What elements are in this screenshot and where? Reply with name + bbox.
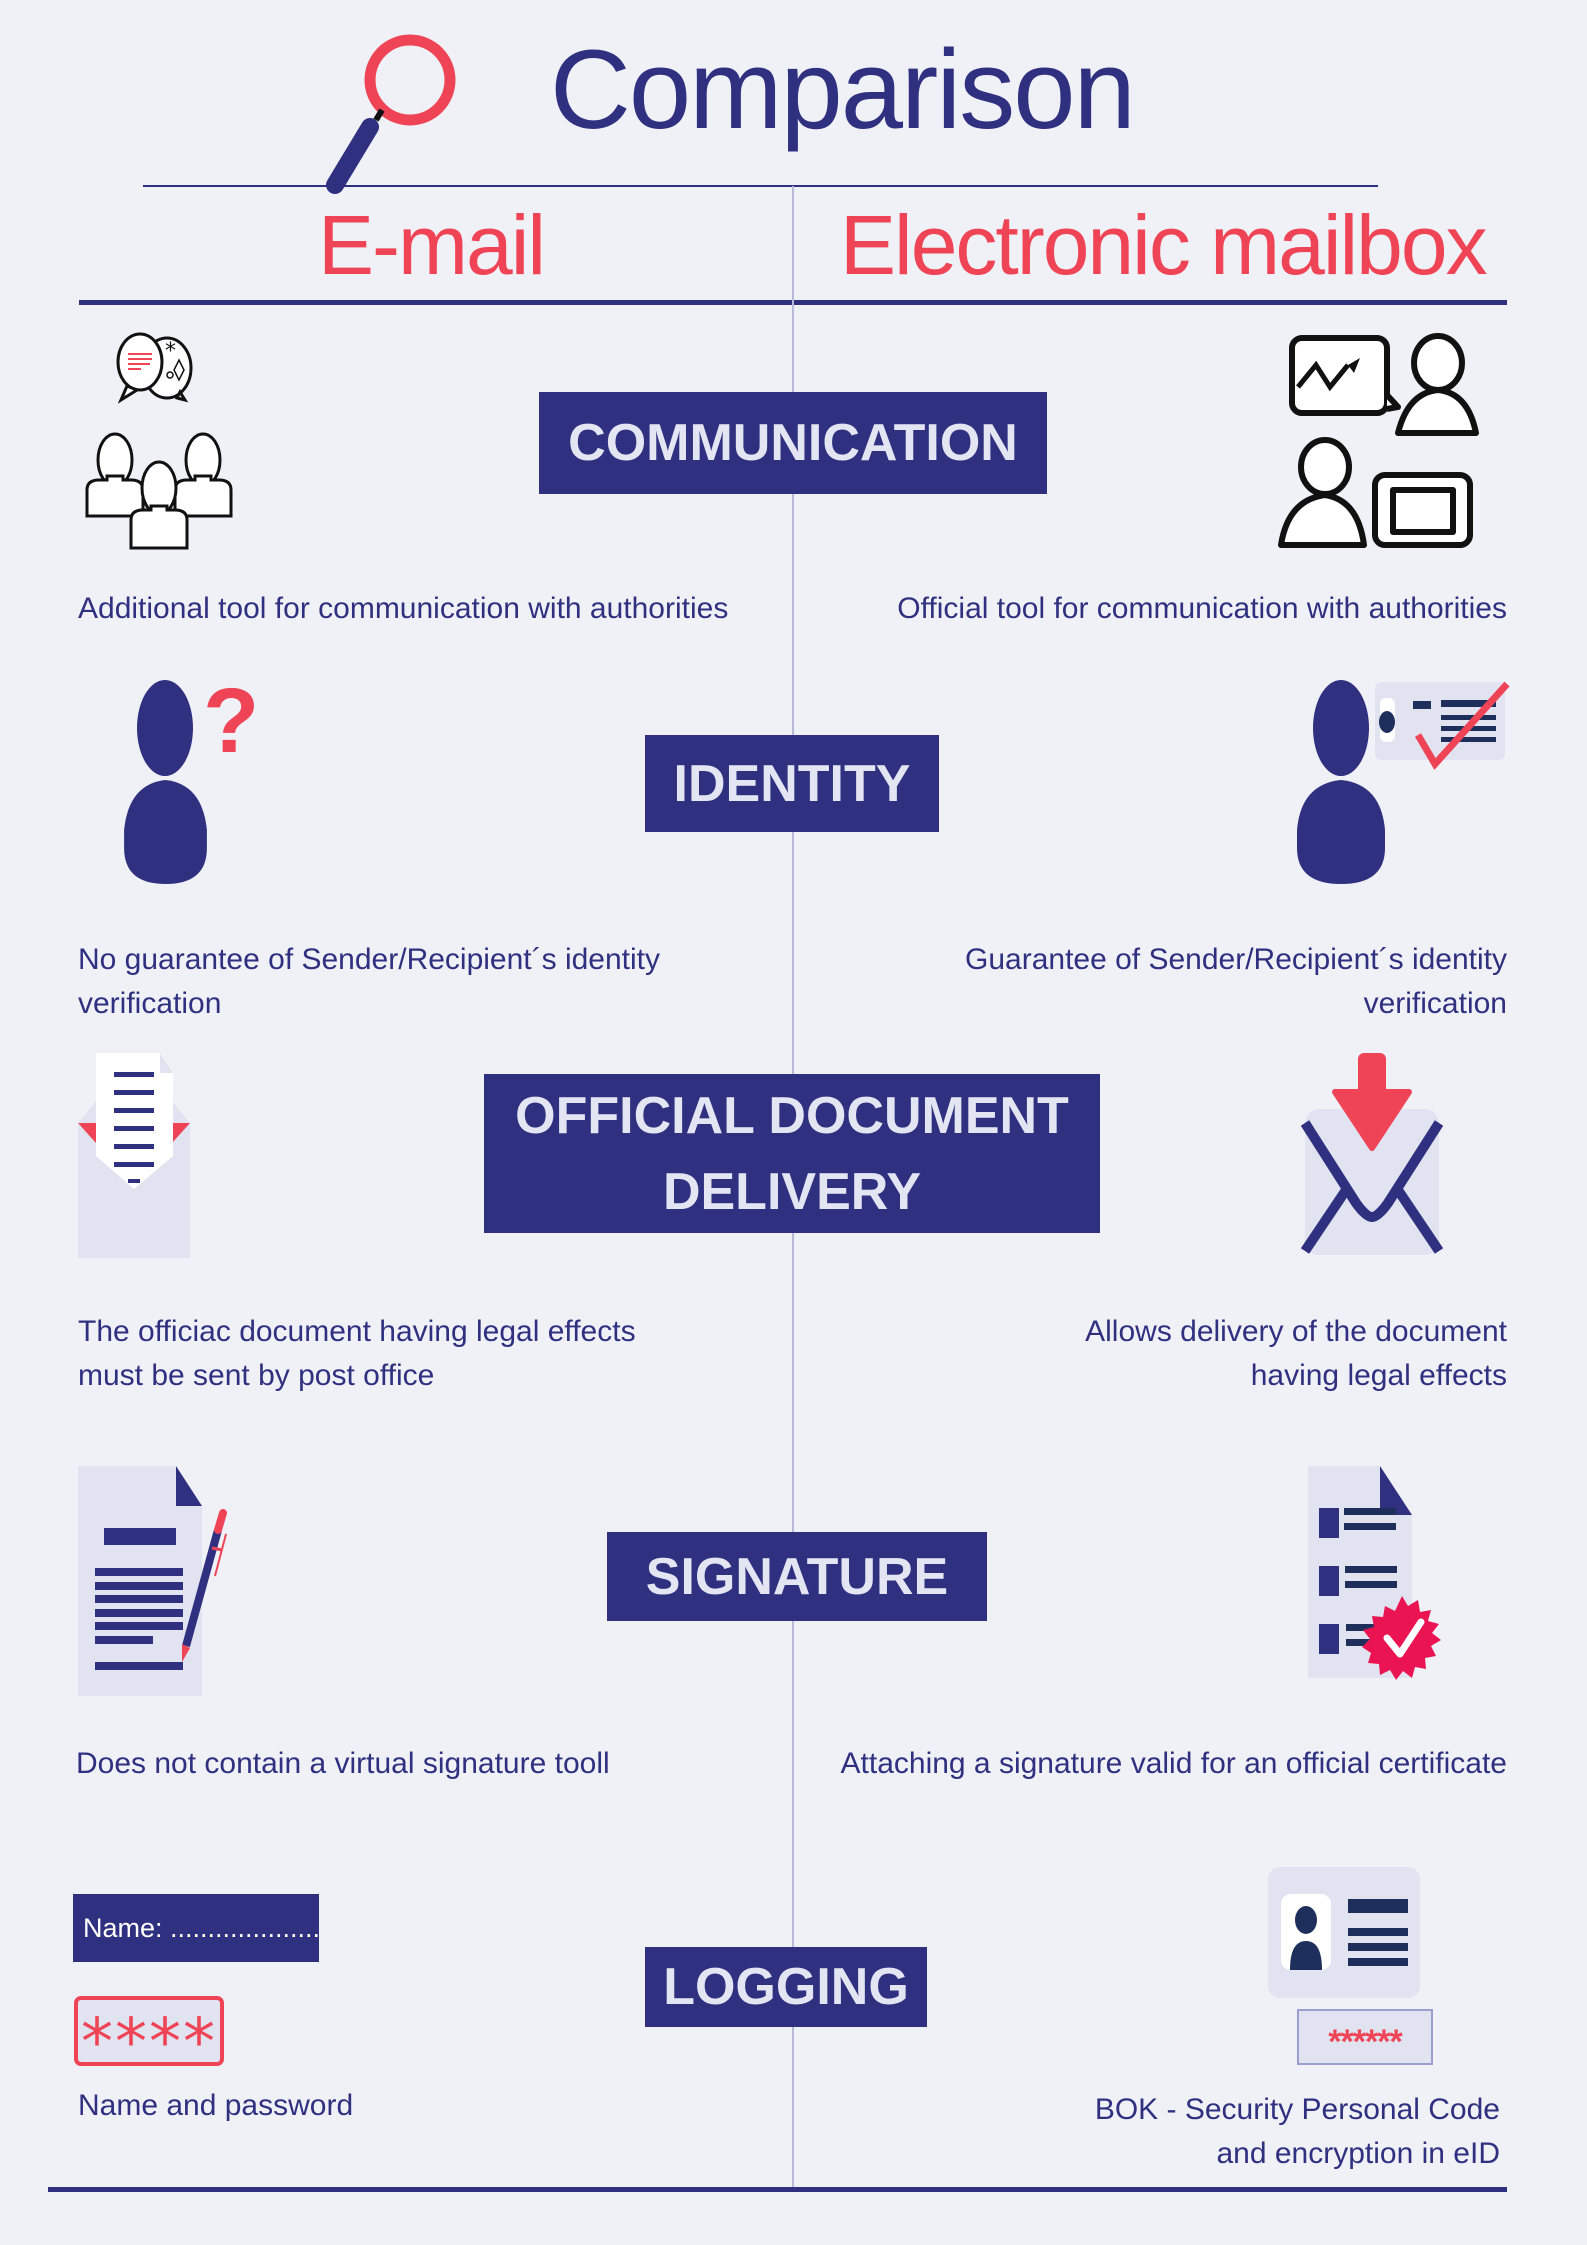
mailbox-delivery-line-2: having legal effects: [1250, 1359, 1507, 1392]
certified-document-icon: [1308, 1466, 1441, 1680]
verified-id-person-icon: [1297, 680, 1510, 884]
page-title: Comparison: [550, 27, 1136, 152]
email-delivery-text: The officiac document having legal effec…: [78, 1310, 636, 1398]
footer-line: [48, 2187, 1507, 2192]
name-field-illustration: Name: ....................: [73, 1894, 319, 1962]
open-envelope-document-icon: [78, 1053, 190, 1258]
envelope-download-icon: [1300, 1053, 1444, 1255]
unknown-person-icon: ?: [124, 670, 259, 884]
email-delivery-line-2: must be sent by post office: [78, 1359, 435, 1392]
eid-card-icon: [1268, 1867, 1420, 1998]
mailbox-identity-line-2: verification: [1363, 987, 1507, 1020]
section-label-identity: IDENTITY: [645, 735, 939, 832]
mailbox-delivery-line-1: Allows delivery of the document: [1085, 1315, 1507, 1348]
people-chat-icon: *: [85, 332, 233, 550]
email-identity-line-2: verification: [78, 987, 222, 1020]
bok-code-illustration: ******: [1297, 2009, 1433, 2065]
mailbox-logging-line-2: and encryption in eID: [1216, 2137, 1500, 2170]
column-heading-email: E-mail: [318, 198, 546, 292]
magnifier-icon: [326, 34, 456, 194]
document-pen-icon: [78, 1466, 227, 1696]
svg-text:?: ?: [203, 670, 259, 772]
mailbox-identity-text: Guarantee of Sender/Recipient´s identity…: [965, 938, 1507, 1026]
section-label-signature: SIGNATURE: [607, 1532, 987, 1621]
section-label-logging: LOGGING: [645, 1947, 927, 2027]
email-delivery-line-1: The officiac document having legal effec…: [78, 1315, 636, 1348]
email-communication-text: Additional tool for communication with a…: [78, 592, 729, 625]
mailbox-delivery-text: Allows delivery of the document having l…: [1085, 1310, 1507, 1398]
section-label-official-document-delivery: OFFICIAL DOCUMENT DELIVERY: [484, 1074, 1100, 1233]
mailbox-identity-line-1: Guarantee of Sender/Recipient´s identity: [965, 943, 1507, 976]
label-line-1: OFFICIAL DOCUMENT: [515, 1086, 1069, 1145]
email-identity-line-1: No guarantee of Sender/Recipient´s ident…: [78, 943, 661, 976]
header-divider: [143, 185, 1378, 187]
column-heading-electronic-mailbox: Electronic mailbox: [840, 198, 1488, 292]
mailbox-signature-text: Attaching a signature valid for an offic…: [840, 1747, 1507, 1780]
mailbox-communication-text: Official tool for communication with aut…: [897, 592, 1507, 625]
email-logging-text: Name and password: [78, 2089, 354, 2122]
email-identity-text: No guarantee of Sender/Recipient´s ident…: [78, 938, 660, 1026]
presentation-meeting-icon: [1278, 333, 1479, 548]
password-field-illustration: ****: [74, 1996, 224, 2066]
svg-text:*: *: [165, 339, 176, 364]
email-signature-text: Does not contain a virtual signature too…: [76, 1747, 610, 1780]
label-line-2: DELIVERY: [662, 1162, 922, 1221]
mailbox-logging-text: BOK - Security Personal Code and encrypt…: [1095, 2088, 1500, 2176]
section-label-communication: COMMUNICATION: [539, 392, 1047, 494]
mailbox-logging-line-1: BOK - Security Personal Code: [1094, 2093, 1500, 2126]
